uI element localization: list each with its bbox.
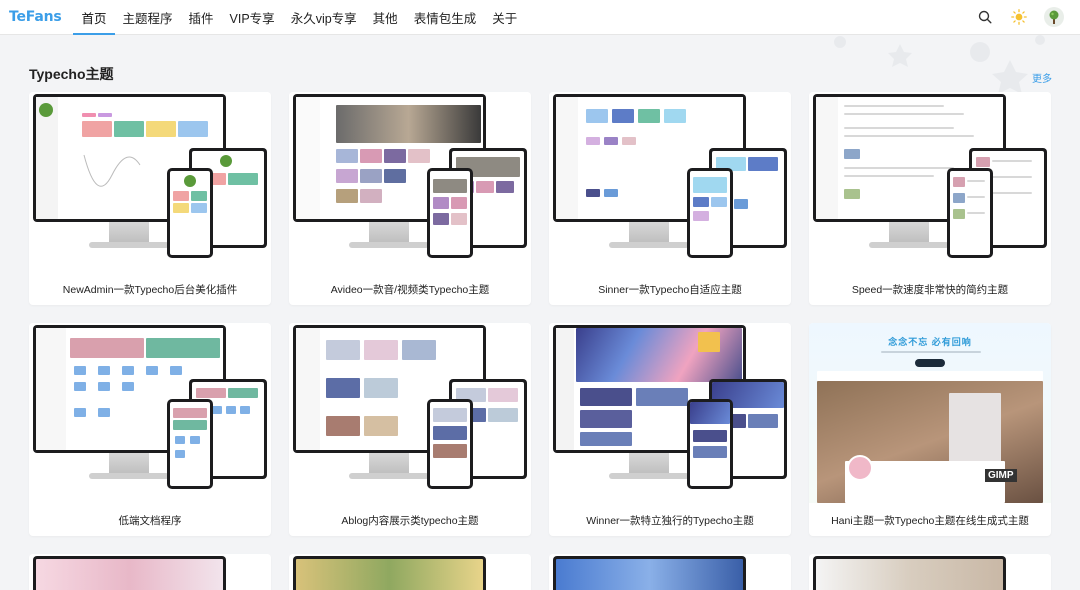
theme-card-title[interactable]: Avideo一款音/视频类Typecho主题 bbox=[289, 282, 531, 297]
nav-item-vip[interactable]: VIP专享 bbox=[222, 0, 283, 35]
theme-card-title[interactable]: Sinner一款Typecho自适应主题 bbox=[549, 282, 791, 297]
theme-card-partial[interactable] bbox=[29, 554, 271, 590]
nav-item-plugins[interactable]: 插件 bbox=[181, 0, 222, 35]
theme-card-title[interactable]: Hani主题一款Typecho主题在线生成式主题 bbox=[809, 513, 1051, 528]
theme-card-winner[interactable]: Winner一款特立独行的Typecho主题 bbox=[549, 323, 791, 536]
nav-item-other[interactable]: 其他 bbox=[365, 0, 406, 35]
theme-card-speed[interactable]: Speed一款速度非常快的简约主题 bbox=[809, 92, 1051, 305]
top-navbar: TeFans 首页 主题程序 插件 VIP专享 永久vip专享 其他 表情包生成… bbox=[0, 0, 1080, 35]
theme-card-partial[interactable] bbox=[809, 554, 1051, 590]
avatar[interactable] bbox=[1044, 7, 1064, 27]
theme-card-title[interactable]: Ablog内容展示类typecho主题 bbox=[289, 513, 531, 528]
theme-card-docs[interactable]: 低端文档程序 bbox=[29, 323, 271, 536]
theme-card-partial[interactable] bbox=[289, 554, 531, 590]
theme-card-sinner[interactable]: Sinner一款Typecho自适应主题 bbox=[549, 92, 791, 305]
theme-preview-image bbox=[809, 92, 1051, 272]
nav-item-about[interactable]: 关于 bbox=[484, 0, 525, 35]
nav-item-lifetime-vip[interactable]: 永久vip专享 bbox=[283, 0, 365, 35]
theme-preview-image bbox=[29, 92, 271, 272]
nav-item-themes[interactable]: 主题程序 bbox=[115, 0, 181, 35]
theme-preview-image: 念念不忘 必有回响 GIMP bbox=[809, 323, 1051, 503]
hani-brand-label: GIMP bbox=[985, 469, 1017, 482]
nav-item-emoji-generator[interactable]: 表情包生成 bbox=[406, 0, 485, 35]
theme-card-avideo[interactable]: Avideo一款音/视频类Typecho主题 bbox=[289, 92, 531, 305]
theme-card-newadmin[interactable]: NewAdmin一款Typecho后台美化插件 bbox=[29, 92, 271, 305]
site-logo[interactable]: TeFans bbox=[9, 9, 62, 25]
theme-card-title[interactable]: 低端文档程序 bbox=[29, 513, 271, 528]
theme-grid: NewAdmin一款Typecho后台美化插件 Avideo一款音/视频类Typ… bbox=[29, 92, 1051, 590]
theme-preview-image bbox=[549, 92, 791, 272]
hani-headline: 念念不忘 必有回响 bbox=[888, 337, 972, 347]
search-icon[interactable] bbox=[976, 8, 994, 26]
theme-preview-image bbox=[549, 323, 791, 503]
theme-preview-image bbox=[29, 323, 271, 503]
theme-card-title[interactable]: Speed一款速度非常快的简约主题 bbox=[809, 282, 1051, 297]
more-link[interactable]: 更多 bbox=[1032, 70, 1052, 85]
section-title: Typecho主题 bbox=[29, 66, 114, 82]
sun-icon[interactable] bbox=[1010, 8, 1028, 26]
theme-card-title[interactable]: Winner一款特立独行的Typecho主题 bbox=[549, 513, 791, 528]
theme-card-partial[interactable] bbox=[549, 554, 791, 590]
theme-card-ablog[interactable]: Ablog内容展示类typecho主题 bbox=[289, 323, 531, 536]
theme-card-hani[interactable]: 念念不忘 必有回响 GIMP Hani主题一款Typecho主题在线生成式主题 bbox=[809, 323, 1051, 536]
theme-card-title[interactable]: NewAdmin一款Typecho后台美化插件 bbox=[29, 282, 271, 297]
theme-preview-image bbox=[289, 92, 531, 272]
theme-preview-image bbox=[289, 323, 531, 503]
nav-item-home[interactable]: 首页 bbox=[73, 0, 115, 35]
